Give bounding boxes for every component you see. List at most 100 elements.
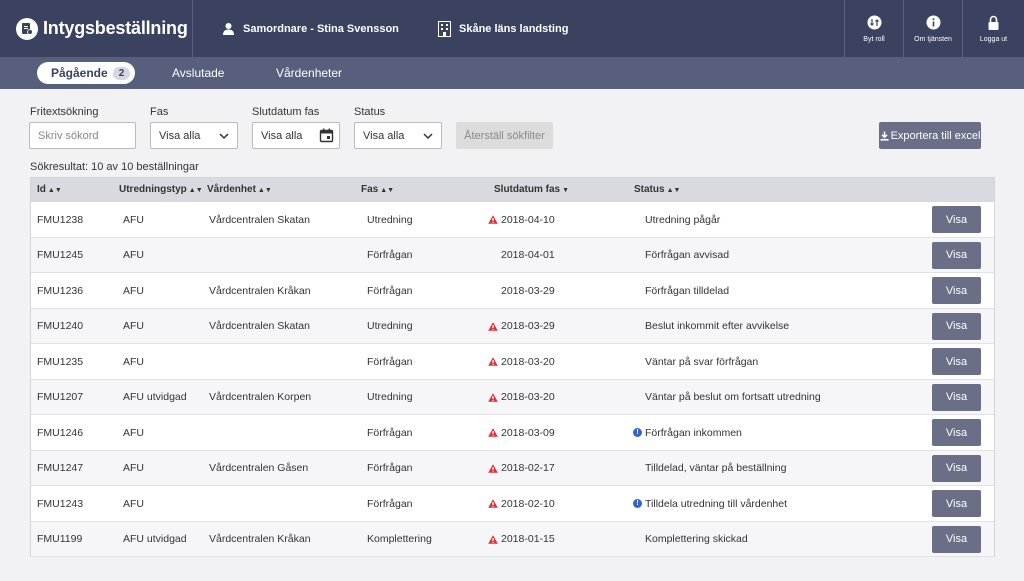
status-text: Väntar på beslut om fortsatt utredning [645,391,821,403]
visa-button[interactable]: Visa [932,383,981,411]
lock-icon [986,15,1001,30]
visa-button[interactable]: Visa [932,490,981,517]
cell-slutdatum: 2018-04-10 [488,202,555,237]
logout-label: Logga ut [979,35,1008,43]
cell-slutdatum: 2018-03-29 [488,273,555,308]
app-title: Intygsbeställning [43,18,188,38]
cell-slutdatum: 2018-02-17 [488,451,555,486]
cell-status: Förfrågan tilldelad [633,273,729,308]
col-header-id[interactable]: Id ▲▼ [37,184,62,195]
chevron-down-icon [423,133,433,140]
cell-status: Väntar på beslut om fortsatt utredning [633,380,821,415]
slutdatum-label: Slutdatum fas [252,106,320,118]
cell-fas: Förfrågan [367,426,413,439]
table-row: FMU1238 AFU Vårdcentralen Skatan Utredning 2… [31,202,994,238]
brand[interactable]: Intygsbeställning [0,0,193,57]
col-header-fas[interactable]: Fas ▲▼ [361,184,394,195]
fas-select-value: Visa alla [159,129,201,142]
visa-button[interactable]: Visa [932,206,981,233]
warning-icon [488,428,498,437]
about-service-button[interactable]: Om tjänsten [903,0,962,57]
cell-vardenhet: Vårdcentralen Kråkan [209,533,311,545]
visa-button[interactable]: Visa [932,419,981,446]
col-header-vardenhet[interactable]: Vårdenhet ▲▼ [207,184,272,195]
visa-button[interactable]: Visa [932,241,981,269]
cell-fas: Förfrågan [367,462,413,474]
fas-select[interactable]: Visa alla [150,122,238,149]
cell-fas: Komplettering [367,533,432,545]
slutdatum-text: 2018-02-17 [501,462,555,474]
chevron-down-icon [219,133,229,140]
cell-slutdatum: 2018-02-10 [488,486,555,521]
calendar-icon[interactable] [319,128,334,143]
slutdatum-picker[interactable]: Visa alla [252,122,340,149]
info-icon: ! [633,499,642,508]
main-nav: Pågående 2 Avslutade Vårdenheter [0,57,1024,89]
cell-status: Tilldelad, väntar på beställning [633,451,786,486]
visa-button[interactable]: Visa [932,277,981,304]
status-text: Beslut inkommit efter avvikelse [645,320,790,332]
table-row: FMU1240 AFU Vårdcentralen Skatan Utredning 2… [31,308,994,344]
cell-status: ! Tilldela utredning till vårdenhet [633,486,787,521]
slutdatum-text: 2018-01-15 [501,533,555,545]
export-excel-button[interactable]: Exportera till excel [879,122,981,149]
status-text: Tilldela utredning till vårdenhet [645,497,788,510]
unit-info: Skåne läns landsting [438,0,568,57]
orders-table: Id ▲▼ Utredningstyp ▲▼ Vårdenhet ▲▼ Fas ▲▼ S… [30,177,995,557]
status-text: Förfrågan tilldelad [645,284,730,297]
warning-icon [488,357,498,366]
col-header-slutdatum[interactable]: Slutdatum fas ▼ [494,184,569,195]
table-row: FMU1246 AFU Förfrågan 2018-03-09! Förfrågan … [31,415,994,451]
status-text: Utredning pågår [645,213,721,226]
sort-desc-icon: ▼ [562,187,570,194]
cell-id: FMU1247 [37,462,84,474]
status-label: Status [354,106,386,118]
slutdatum-value: Visa alla [261,129,303,142]
cell-vardenhet: Vårdcentralen Skatan [209,213,310,226]
tab-vardenheter-label: Vårdenheter [276,66,343,80]
status-text: Komplettering skickad [645,533,748,545]
visa-button[interactable]: Visa [932,454,981,482]
cell-id: FMU1236 [37,284,84,297]
cell-fas: Utredning [367,320,413,332]
tab-pagaende[interactable]: Pågående 2 [37,62,136,84]
table-row: FMU1236 AFU Vårdcentralen Kråkan Förfrågan 2… [31,273,994,309]
logout-button[interactable]: Logga ut [962,0,1024,57]
warning-icon [488,215,498,224]
cell-slutdatum: 2018-03-29 [488,309,555,344]
cell-utredningstyp: AFU [123,284,144,297]
slutdatum-text: 2018-03-20 [501,391,555,403]
user-icon [223,23,234,35]
warning-icon [488,392,498,402]
cell-id: FMU1238 [37,213,84,226]
visa-button[interactable]: Visa [932,312,981,340]
warning-icon [488,499,498,508]
slutdatum-text: 2018-03-09 [501,426,555,439]
reset-filter-button[interactable]: Återställ sökfilter [456,122,553,149]
status-text: Tilldelad, väntar på beställning [645,462,787,474]
status-select-value: Visa alla [363,129,405,142]
status-select[interactable]: Visa alla [354,122,442,149]
cell-slutdatum: 2018-03-09 [488,415,555,450]
tab-vardenheter[interactable]: Vårdenheter [276,62,342,84]
visa-button[interactable]: Visa [932,348,981,375]
cell-slutdatum: 2018-04-01 [488,238,555,273]
switch-role-button[interactable]: Byt roll [844,0,903,57]
cell-utredningstyp: AFU [123,249,144,261]
tab-avslutade[interactable]: Avslutade [172,62,224,84]
slutdatum-text: 2018-04-10 [501,213,555,226]
visa-button[interactable]: Visa [932,525,981,553]
info-icon: ! [633,428,642,437]
cell-fas: Förfrågan [367,284,413,297]
sort-icon: ▲▼ [188,187,203,194]
table-row: FMU1235 AFU Förfrågan 2018-03-20 Väntar på s… [31,344,994,380]
swap-role-icon [867,15,882,30]
col-header-status[interactable]: Status ▲▼ [634,184,680,195]
cell-vardenhet: Vårdcentralen Kråkan [209,284,311,297]
count-badge: 2 [112,66,131,80]
cell-fas: Utredning [367,391,413,403]
cell-utredningstyp: AFU [123,320,144,332]
col-header-utredningstyp[interactable]: Utredningstyp ▲▼ [119,184,203,195]
search-input[interactable] [29,122,136,149]
cell-vardenhet: Vårdcentralen Korpen [209,391,312,403]
